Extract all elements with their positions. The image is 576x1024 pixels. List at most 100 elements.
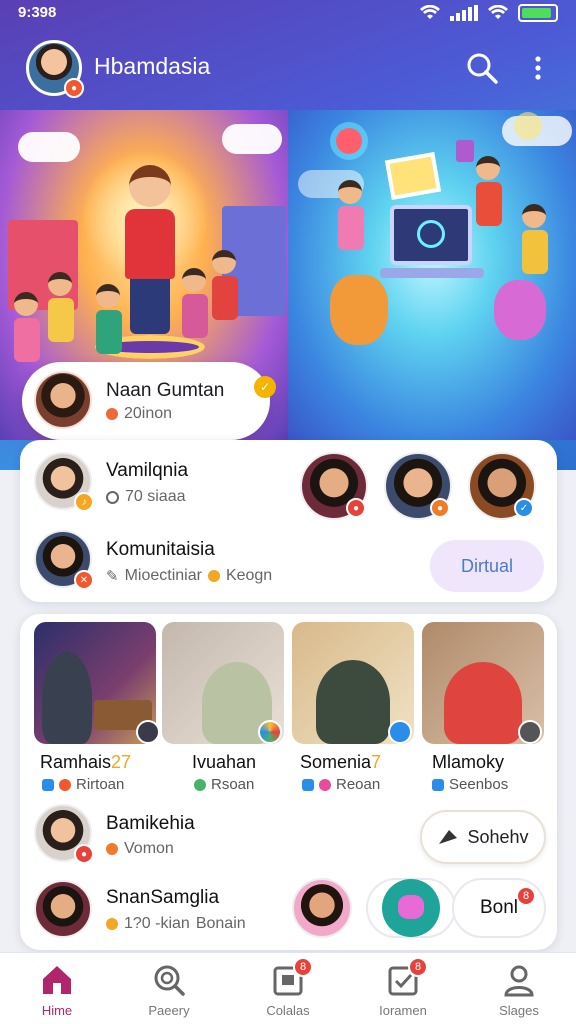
kid-illustration <box>476 156 502 226</box>
tile-sub-text: Reoan <box>336 776 381 793</box>
nav-label: Slages <box>499 1003 539 1018</box>
wifi-icon <box>488 5 508 19</box>
tile-title: Somenia7 <box>300 752 381 773</box>
row-sub: 1?0 -kian Bonain <box>106 915 246 933</box>
pin-icon: ✎ <box>106 568 119 585</box>
row-sub: Vomon <box>106 840 174 858</box>
performer-illustration <box>125 165 175 340</box>
laptop-base <box>380 268 484 278</box>
cloud-illustration <box>18 132 80 162</box>
kid-illustration <box>182 268 208 338</box>
monster-illustration <box>494 280 546 340</box>
dot-icon <box>319 778 331 791</box>
laptop-screen-glow <box>417 220 445 248</box>
row-title: SnanSamglia <box>106 887 220 908</box>
tile-sub-text: Rirtoan <box>76 776 125 793</box>
kid-illustration <box>338 180 364 250</box>
bear-illustration <box>330 275 388 345</box>
row-title: Bamikehia <box>106 813 195 834</box>
music-badge-icon: ♪ <box>74 492 94 512</box>
live-badge-icon: ● <box>64 78 84 98</box>
cross-badge-icon: ✕ <box>74 570 94 590</box>
row-sub-text: 70 siaaa <box>125 488 186 505</box>
status-time: 9:398 <box>18 4 57 21</box>
tag-icon <box>42 778 54 791</box>
clock-icon <box>106 490 119 504</box>
multicolor-badge-icon <box>258 720 282 744</box>
nav-item-collections[interactable]: 8 Colalas <box>240 957 336 1023</box>
wifi-icon <box>420 5 440 19</box>
cloud-illustration <box>222 124 282 154</box>
tile-title-emoji: 27 <box>111 752 132 772</box>
flame-badge-icon: ● <box>430 498 450 518</box>
verified-icon: ✓ <box>254 376 276 398</box>
clipboard-icon: 8 <box>271 957 313 997</box>
host-card[interactable]: Naan Gumtan ✓ 20inon <box>22 362 276 440</box>
row-sub-text-2: Keogn <box>225 567 273 584</box>
row-sub: ✎ Mioectiniar Keogn <box>106 567 272 585</box>
search-action-label: Sohehv <box>467 826 529 847</box>
tile-sub-text: Seenbos <box>449 776 509 793</box>
nav-item-home[interactable]: Hime <box>9 963 105 1023</box>
more-options-button[interactable] <box>526 50 550 86</box>
picture-frame-illustration <box>384 151 442 201</box>
row-sub-text: Mioectiniar <box>124 567 202 584</box>
nav-label: Colalas <box>266 1003 310 1018</box>
tile-sub-text: Rsoan <box>211 776 255 793</box>
row-sub-text: Vomon <box>124 840 174 857</box>
battery-icon <box>518 4 558 22</box>
status-bar: 9:398 <box>0 0 576 26</box>
bottom-navigation: Hime Paeery 8 Colalas 8 Ioramen Slages <box>0 952 576 1024</box>
kid-illustration <box>14 292 40 362</box>
tile-title: Ramhais27 <box>40 752 131 773</box>
profile-icon <box>502 963 536 997</box>
tile-title-text: Mlamoky <box>432 752 505 772</box>
avatar[interactable] <box>34 880 92 938</box>
nav-item-tasks[interactable]: 8 Ioramen <box>355 957 451 1023</box>
clock-badge-icon <box>518 720 542 744</box>
person-figure <box>316 660 390 744</box>
row-title: Vamilqnia <box>106 460 189 481</box>
notification-badge: 8 <box>408 957 428 977</box>
search-action-button[interactable]: Sohehv <box>420 810 546 864</box>
tag-icon <box>432 778 444 791</box>
host-name: Naan Gumtan <box>106 380 225 401</box>
flame-icon <box>106 918 118 930</box>
search-button[interactable] <box>464 50 500 86</box>
send-icon <box>439 830 458 844</box>
flame-badge-icon: ● <box>74 844 94 864</box>
nav-item-search[interactable]: Paeery <box>121 963 217 1023</box>
row-sub: 70 siaaa <box>106 488 186 506</box>
host-avatar[interactable] <box>34 371 92 429</box>
kid-illustration <box>522 204 548 274</box>
row-sub-text-2: Bonain <box>195 915 246 932</box>
participant-avatar[interactable] <box>292 878 352 938</box>
cube-illustration <box>456 140 474 162</box>
person-figure <box>444 662 522 744</box>
tile-sub: Rsoan <box>194 776 254 793</box>
check-badge-icon: ✓ <box>514 498 534 518</box>
sticker-button[interactable] <box>366 878 456 938</box>
row-title: Komunitaisia <box>106 539 215 560</box>
tile-title: Ivuahan <box>192 752 256 773</box>
nav-item-profile[interactable]: Slages <box>471 963 567 1023</box>
tile-title-text: Somenia <box>300 752 372 772</box>
virtual-button[interactable]: Dirtual <box>430 540 544 592</box>
kid-illustration <box>96 284 122 354</box>
dot-icon <box>59 778 71 791</box>
tile-title-text: Ivuahan <box>192 752 257 772</box>
app-title: Hbamdasia <box>94 53 211 79</box>
notification-badge: 8 <box>516 886 536 906</box>
tile-title: Mlamoky <box>432 752 504 773</box>
sparkle-illustration <box>514 112 542 140</box>
tile-title-text: Ramhais <box>40 752 112 772</box>
leaf-icon <box>194 778 206 791</box>
tile-sub: Rirtoan <box>42 776 124 793</box>
monster-sticker-icon <box>382 879 440 937</box>
nav-label: Ioramen <box>379 1003 427 1018</box>
status-icons <box>420 4 558 22</box>
tile-title-emoji: 7 <box>371 752 382 772</box>
nav-label: Hime <box>41 1003 73 1018</box>
tile-sub: Reoan <box>302 776 380 793</box>
person-figure <box>42 652 92 744</box>
